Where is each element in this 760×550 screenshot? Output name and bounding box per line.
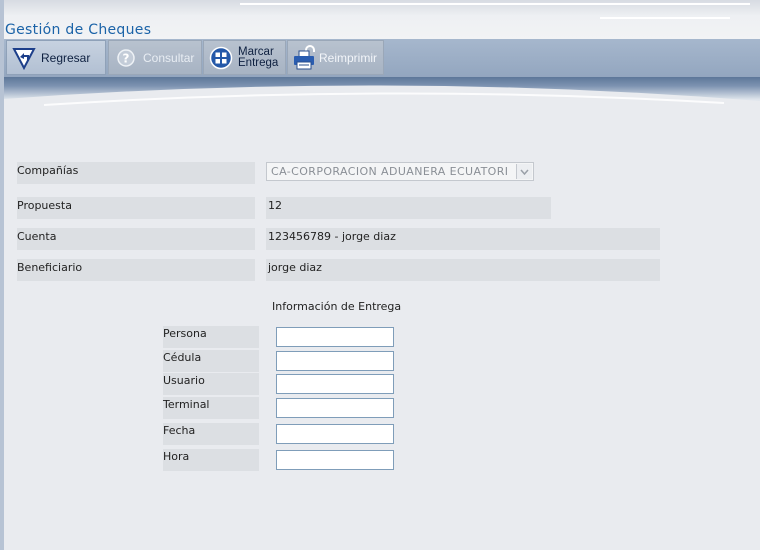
terminal-input[interactable] — [276, 398, 394, 418]
propuesta-label: Propuesta — [17, 199, 72, 212]
entrega-section-title: Información de Entrega — [272, 300, 402, 313]
companias-label: Compañías — [17, 164, 79, 177]
help-icon: ? — [113, 45, 139, 71]
cedula-input[interactable] — [276, 351, 394, 371]
svg-text:?: ? — [123, 51, 130, 65]
marcar-entrega-label: Marcar Entrega — [238, 46, 279, 69]
reimprimir-label: Reimprimir — [319, 50, 377, 65]
fecha-input[interactable] — [276, 424, 394, 444]
companias-label-cell: Compañías — [17, 162, 255, 184]
cuenta-label: Cuenta — [17, 230, 57, 243]
propuesta-label-cell: Propuesta — [17, 197, 255, 219]
beneficiario-value: jorge diaz — [266, 259, 660, 281]
cuenta-label-cell: Cuenta — [17, 228, 255, 250]
usuario-label: Usuario — [163, 373, 259, 395]
page-title: Gestión de Cheques — [5, 22, 152, 38]
fecha-label: Fecha — [163, 423, 259, 445]
hora-input[interactable] — [276, 450, 394, 470]
companias-select-value: CA-CORPORACION ADUANERA ECUATORI — [271, 165, 509, 178]
hora-label: Hora — [163, 449, 259, 471]
persona-input[interactable] — [276, 327, 394, 347]
terminal-label: Terminal — [163, 397, 259, 419]
usuario-input[interactable] — [276, 374, 394, 394]
companias-select[interactable]: CA-CORPORACION ADUANERA ECUATORI — [266, 162, 534, 181]
grid-check-icon — [208, 45, 234, 71]
consultar-label: Consultar — [143, 50, 195, 65]
printer-lock-icon — [292, 44, 318, 71]
beneficiario-label: Beneficiario — [17, 261, 83, 274]
back-arrow-icon — [11, 45, 37, 71]
beneficiario-label-cell: Beneficiario — [17, 259, 255, 281]
cedula-label: Cédula — [163, 350, 259, 372]
header-swoosh — [4, 85, 760, 117]
chevron-down-icon[interactable] — [516, 164, 532, 179]
consultar-button[interactable]: ? Consultar — [108, 40, 202, 75]
cuenta-value: 123456789 - jorge diaz — [266, 228, 660, 250]
header-decoration — [240, 3, 750, 5]
propuesta-value: 12 — [266, 197, 551, 219]
toolbar: Regresar ? Consultar Marcar Entrega Reim… — [4, 39, 760, 77]
regresar-button[interactable]: Regresar — [6, 40, 106, 75]
marcar-entrega-button[interactable]: Marcar Entrega — [203, 40, 286, 75]
header-decoration — [600, 17, 730, 19]
marcar-label-line2: Entrega — [238, 56, 279, 69]
regresar-label: Regresar — [41, 50, 91, 65]
persona-label: Persona — [163, 326, 259, 348]
reimprimir-button[interactable]: Reimprimir — [287, 40, 384, 75]
